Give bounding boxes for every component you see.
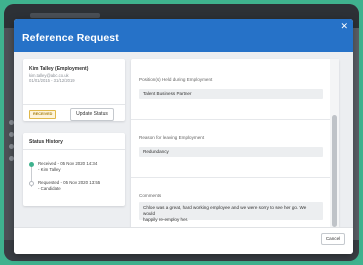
divider — [131, 177, 339, 178]
employment-card: Kim Talley (Employment) kim.talley@abc.c… — [23, 59, 125, 121]
employment-name: Kim Talley (Employment) — [29, 66, 89, 72]
background-app-title-placeholder — [30, 13, 100, 18]
reason-value: Redundancy — [139, 147, 323, 157]
employment-dates: 01/01/2015 - 31/12/2019 — [29, 78, 75, 83]
comments-label: Comments — [139, 193, 162, 198]
reference-request-modal: Reference Request ✕ Kim Talley (Employme… — [14, 19, 353, 254]
modal-header: Reference Request ✕ — [14, 19, 353, 52]
history-entry-line: - Kim Talley — [38, 167, 61, 172]
update-status-button[interactable]: Update Status — [70, 108, 114, 121]
position-value: Talent Business Partner — [139, 89, 323, 99]
modal-title: Reference Request — [22, 32, 119, 44]
divider — [23, 104, 125, 105]
timeline-dot-icon — [29, 181, 34, 186]
comments-line: happily re-employ her. — [143, 217, 189, 222]
timeline-dot-active-icon — [29, 162, 34, 167]
divider — [131, 119, 339, 120]
reference-details-panel: Position(s) Held during Employment Talen… — [131, 59, 339, 254]
comments-value: Chloe was a great, hard working employee… — [139, 202, 323, 222]
status-badge: RECEIVED — [29, 110, 57, 119]
status-history-title: Status History — [29, 139, 63, 145]
scrollbar-thumb[interactable] — [332, 115, 337, 227]
modal-footer — [14, 227, 353, 254]
divider — [23, 149, 125, 150]
reason-label: Reason for leaving Employment — [139, 135, 205, 140]
history-entry: Requested - 05 Nov 2020 13:55 - Candidat… — [38, 180, 100, 192]
position-label: Position(s) Held during Employment — [139, 77, 213, 82]
history-entry-line: - Candidate — [38, 186, 61, 191]
comments-line: Chloe was a great, hard working employee… — [143, 205, 307, 216]
cancel-button[interactable]: Cancel — [321, 233, 345, 245]
history-entry: Received - 05 Nov 2020 14:34 - Kim Talle… — [38, 161, 97, 173]
close-icon[interactable]: ✕ — [340, 21, 348, 32]
status-history-card: Status History Received - 05 Nov 2020 14… — [23, 133, 125, 206]
